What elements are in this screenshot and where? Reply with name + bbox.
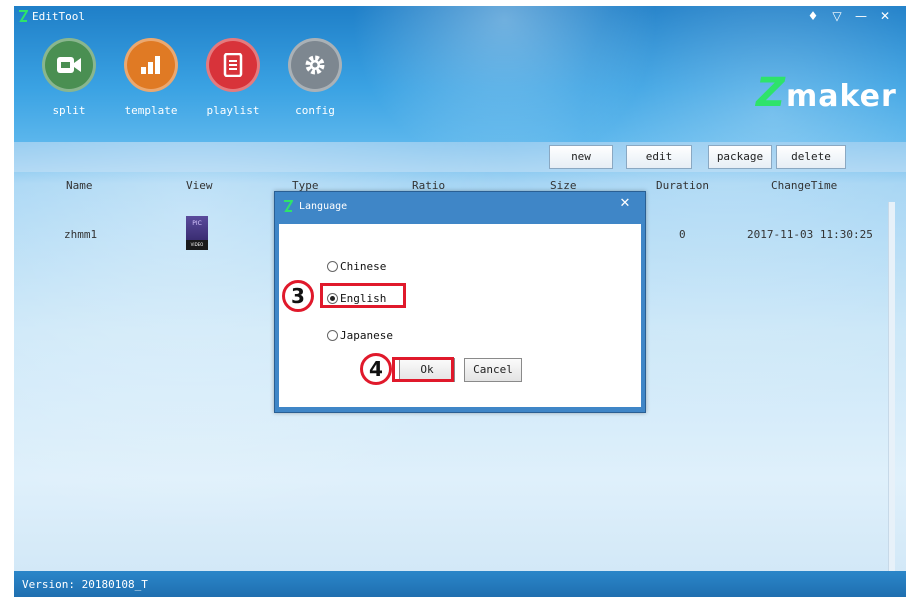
bar-chart-icon — [124, 38, 178, 92]
col-view[interactable]: View — [186, 179, 213, 192]
window-controls: ♦ ▽ — ✕ — [802, 8, 896, 24]
nav-split[interactable]: split — [28, 38, 110, 117]
nav-config-label: config — [295, 104, 335, 117]
radio-japanese[interactable]: Japanese — [327, 329, 393, 342]
radio-japanese-circle — [327, 330, 338, 341]
document-list-icon — [206, 38, 260, 92]
nav-template[interactable]: template — [110, 38, 192, 117]
app-logo-icon — [19, 10, 28, 22]
toolbar: new edit package delete — [14, 142, 906, 172]
thumbnail: PIC VIDEO — [186, 216, 208, 250]
skin-button[interactable]: ♦ — [802, 8, 824, 24]
thumbnail-top-label: PIC — [192, 220, 202, 227]
nav-playlist[interactable]: playlist — [192, 38, 274, 117]
menu-button[interactable]: ▽ — [826, 8, 848, 24]
package-button[interactable]: package — [708, 145, 772, 169]
english-highlight-box — [320, 283, 406, 308]
thumbnail-bottom-label: VIDEO — [186, 240, 208, 250]
logo-z: Z — [756, 70, 787, 116]
radio-chinese[interactable]: Chinese — [327, 260, 386, 273]
nav-split-label: split — [52, 104, 86, 117]
zmaker-logo: Zmaker — [756, 70, 897, 116]
radio-chinese-label: Chinese — [340, 260, 387, 273]
close-window-button[interactable]: ✕ — [874, 8, 896, 24]
col-duration[interactable]: Duration — [656, 179, 709, 192]
title-bar: EditTool ♦ ▽ — ✕ — [14, 6, 906, 28]
dialog-titlebar: Language ✕ — [275, 192, 645, 222]
dialog-body: Chinese English Japanese Ok Cancel — [279, 224, 641, 407]
vertical-scrollbar[interactable] — [888, 202, 895, 572]
new-button[interactable]: new — [549, 145, 613, 169]
cancel-button[interactable]: Cancel — [464, 358, 522, 382]
row-changetime: 2017-11-03 11:30:25 — [747, 228, 873, 241]
window-title: EditTool — [32, 10, 85, 23]
main-nav: split template playlist config — [28, 38, 356, 117]
dialog-logo-icon — [284, 200, 293, 212]
row-name: zhmm1 — [64, 228, 98, 241]
ok-highlight-box — [392, 357, 454, 382]
gear-icon — [288, 38, 342, 92]
row-duration: 0 — [679, 228, 686, 241]
version-text: Version: 20180108_T — [22, 578, 148, 591]
step-3-marker: 3 — [282, 280, 314, 312]
dialog-title: Language — [299, 201, 348, 212]
nav-playlist-label: playlist — [206, 104, 260, 117]
header: EditTool ♦ ▽ — ✕ split template playlist… — [14, 6, 906, 142]
video-camera-icon — [42, 38, 96, 92]
col-changetime[interactable]: ChangeTime — [771, 179, 837, 192]
minimize-button[interactable]: — — [850, 8, 872, 24]
dialog-close-button[interactable]: ✕ — [611, 195, 639, 213]
radio-chinese-circle — [327, 261, 338, 272]
step-4-marker: 4 — [360, 353, 392, 385]
col-name[interactable]: Name — [66, 179, 93, 192]
nav-config[interactable]: config — [274, 38, 356, 117]
radio-japanese-label: Japanese — [340, 329, 393, 342]
edit-button[interactable]: edit — [626, 145, 692, 169]
delete-button[interactable]: delete — [776, 145, 846, 169]
status-bar: Version: 20180108_T — [14, 571, 906, 597]
logo-text: maker — [786, 79, 897, 114]
nav-template-label: template — [124, 104, 178, 117]
left-margin — [0, 0, 14, 597]
